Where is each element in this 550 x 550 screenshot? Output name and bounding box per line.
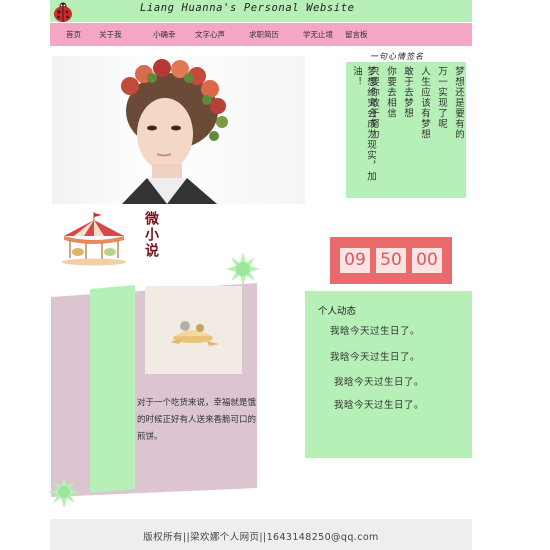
nav-item-guestbook[interactable]: 留言板 (345, 29, 368, 40)
poem-box: 梦想还是要有的 万一实现了呢 人生应该有梦想 敢于去梦想 你要去相信 只要你敢于… (346, 62, 466, 198)
nav-item-resume[interactable]: 求职简历 (249, 29, 279, 40)
profile-photo (52, 56, 305, 204)
carousel-icon (58, 210, 130, 266)
nav-item-small-joys[interactable]: 小确幸 (153, 29, 176, 40)
footer-text: 版权所有||梁欢娜个人网页||1643148250@qq.com (143, 532, 379, 543)
poem-line: 梦想还是要有的 (453, 66, 464, 140)
nav-item-home[interactable]: 首页 (66, 29, 81, 40)
activity-item: 我晗今天过生日了。 (334, 377, 425, 388)
ladybug-icon[interactable] (52, 1, 74, 23)
poem-line: 万一实现了呢 (436, 66, 447, 129)
poem-line: 敢于去梦想 (402, 66, 413, 119)
sun-icon (48, 476, 80, 508)
activity-item: 我晗今天过生日了。 (330, 326, 421, 337)
story-image (145, 286, 242, 374)
nav-item-about[interactable]: 关于我 (99, 29, 122, 40)
nav-item-learning[interactable]: 学无止境 (303, 29, 333, 40)
poem-line: 你要去相信 (385, 66, 396, 119)
main-nav: 首页 关于我 小确幸 文字心声 求职简历 学无止境 留言板 (50, 23, 472, 46)
timer-minutes: 50 (376, 248, 406, 273)
countdown-timer: 09 50 00 (330, 237, 452, 284)
timer-hours: 09 (340, 248, 370, 273)
activity-item: 我晗今天过生日了。 (334, 400, 425, 411)
story-text: 对于一个吃货来说，幸福就是饿的时候正好有人送来香脆可口的煎饼。 (137, 398, 257, 442)
site-title: Liang Huanna's Personal Website (140, 2, 355, 14)
poem-line: 人生应该有梦想 (419, 66, 430, 140)
micro-novel-title: 微小说 (143, 211, 159, 259)
activity-item: 我晗今天过生日了。 (330, 352, 421, 363)
sun-icon (226, 252, 260, 286)
poem-line: 梦想终究会成为现实，加油！ (351, 66, 376, 182)
activity-title: 个人动态 (318, 306, 357, 317)
timer-seconds: 00 (412, 248, 442, 273)
nav-item-writings[interactable]: 文字心声 (195, 29, 225, 40)
poem-title: 一句心情签名 (370, 52, 424, 61)
